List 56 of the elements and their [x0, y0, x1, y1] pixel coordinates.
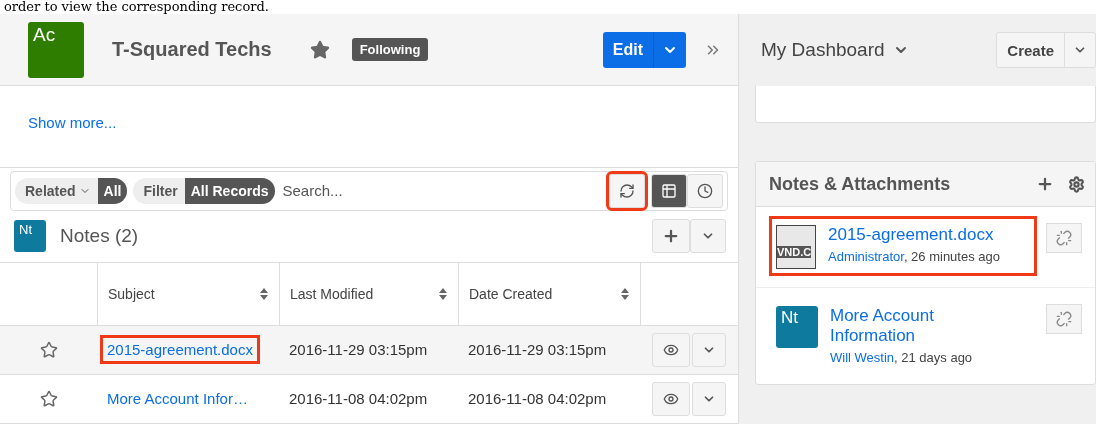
module-avatar: Nt	[14, 220, 46, 253]
unlink-button[interactable]	[1046, 223, 1082, 253]
table-cell: 2016-11-29 03:15pm	[458, 326, 640, 375]
table-icon	[661, 182, 677, 199]
author-link[interactable]: Will Westin	[830, 350, 895, 365]
module-avatar: Nt	[776, 306, 818, 348]
column-label: Date Created	[469, 286, 553, 302]
favorite-star-icon[interactable]	[39, 341, 58, 359]
edit-button[interactable]: Edit	[602, 31, 654, 68]
attachment-item[interactable]: VND.C 2015-agreement.docx Administrator, 26 minutes ago	[772, 219, 1034, 273]
activity-view-button[interactable]	[687, 173, 723, 208]
following-badge[interactable]: Following	[351, 38, 429, 62]
related-filter[interactable]: Related All	[15, 177, 128, 204]
favorite-star-icon[interactable]	[39, 390, 58, 408]
broken-link-icon	[1056, 311, 1072, 327]
item-title-link[interactable]: More Account Information	[830, 306, 1020, 346]
sort-icon	[259, 287, 269, 301]
record-avatar: Ac	[28, 21, 84, 78]
sort-icon	[620, 287, 630, 301]
sort-icon	[438, 287, 448, 301]
subpanel-title: Notes (2)	[60, 225, 139, 248]
item-meta: Administrator, 26 minutes ago	[828, 249, 1000, 264]
preview-button[interactable]	[652, 382, 690, 416]
related-value: All	[97, 177, 128, 204]
file-type-label: VND.C	[777, 246, 812, 258]
refresh-icon	[619, 182, 635, 199]
refresh-button[interactable]	[609, 173, 645, 208]
settings-icon[interactable]	[1068, 175, 1085, 193]
dashboard-title[interactable]: My Dashboard	[761, 39, 885, 61]
author-link[interactable]: Administrator	[828, 249, 904, 264]
record-link[interactable]: 2015-agreement.docx	[100, 335, 260, 365]
item-title-link[interactable]: 2015-agreement.docx	[828, 225, 1000, 245]
record-filter[interactable]: Filter All Records	[133, 177, 275, 204]
preview-button[interactable]	[652, 333, 690, 367]
eye-icon	[663, 391, 679, 407]
caption-text: order to view the corresponding record.	[3, 0, 270, 14]
column-label: Subject	[108, 286, 155, 302]
favorite-star-icon[interactable]	[309, 39, 330, 60]
clock-icon	[697, 182, 713, 199]
table-cell: 2016-11-29 03:15pm	[279, 326, 458, 375]
record-title: T-Squared Techs	[112, 38, 272, 62]
add-icon[interactable]	[1036, 175, 1054, 193]
unlink-button[interactable]	[1046, 304, 1082, 334]
column-label: Last Modified	[290, 286, 374, 302]
column-header[interactable]: Subject	[97, 263, 279, 326]
add-button[interactable]	[652, 219, 690, 254]
list-view-button[interactable]	[651, 173, 687, 208]
attachment-item[interactable]: Nt More Account Information Will Westin, 21 days ago	[772, 300, 1034, 369]
filter-value: All Records	[184, 177, 275, 204]
eye-icon	[663, 342, 679, 358]
show-more-link[interactable]: Show more...	[28, 114, 117, 132]
broken-link-icon	[1056, 230, 1072, 246]
dashlet-title: Notes & Attachments	[769, 173, 951, 195]
item-meta: Will Westin, 21 days ago	[830, 350, 974, 365]
column-header[interactable]: Last Modified	[279, 263, 458, 326]
record-link[interactable]: More Account Infor…	[100, 384, 255, 414]
